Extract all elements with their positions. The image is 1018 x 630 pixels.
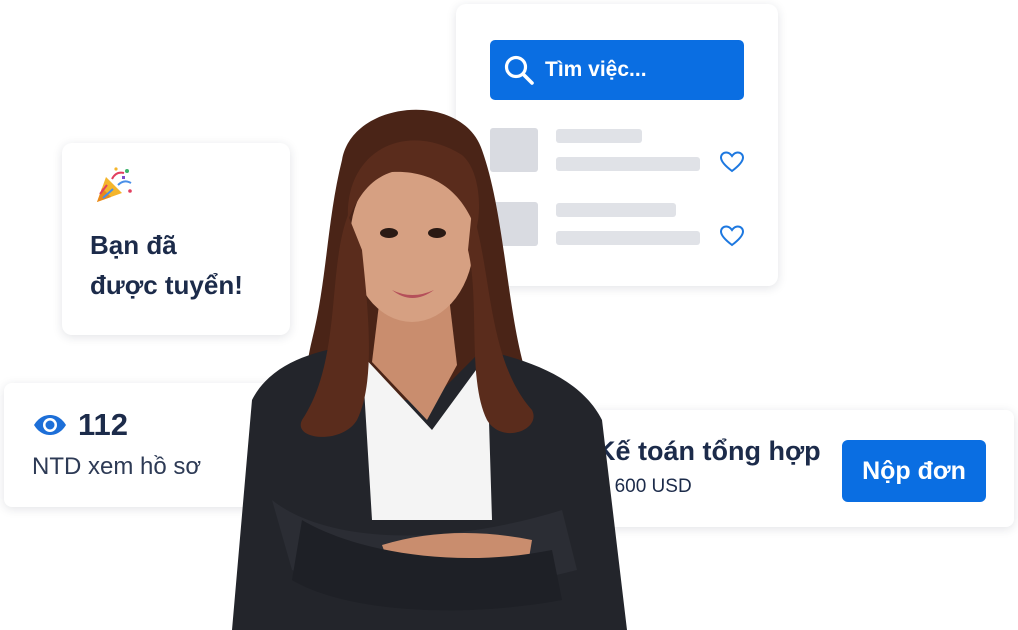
party-popper-icon <box>97 167 132 202</box>
apply-button[interactable]: Nộp đơn <box>842 440 986 502</box>
views-count: 112 <box>78 407 129 442</box>
heart-icon[interactable] <box>719 150 745 174</box>
search-placeholder: Tìm việc... <box>545 58 647 81</box>
search-icon <box>504 55 534 85</box>
search-bar[interactable]: Tìm việc... <box>490 40 744 100</box>
eye-icon <box>34 415 66 435</box>
heart-icon[interactable] <box>719 224 745 248</box>
woman-photo <box>232 109 627 630</box>
views-label: NTD xem hồ sơ <box>32 453 202 480</box>
